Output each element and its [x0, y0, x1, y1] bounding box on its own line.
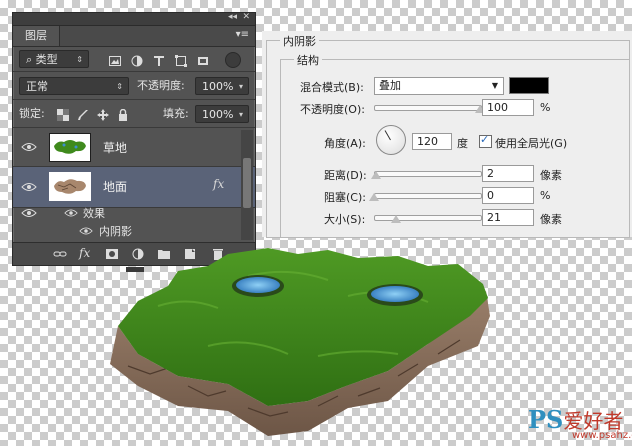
- blend-mode-select[interactable]: 正常 ⇕: [19, 77, 129, 95]
- choke-unit: %: [540, 189, 551, 202]
- inner-shadow-title: 内阴影: [280, 33, 319, 49]
- adjustment-filter-icon[interactable]: [131, 55, 143, 67]
- layer-name: 地面: [103, 180, 128, 194]
- lock-pixels-icon[interactable]: [77, 109, 89, 121]
- dropdown-arrow-icon: ▼: [491, 81, 498, 90]
- angle-unit: 度: [457, 137, 468, 150]
- choke-slider-knob[interactable]: [369, 193, 379, 201]
- watermark-ps: PS: [528, 405, 564, 434]
- panel-menu-icon[interactable]: ▾≡: [236, 29, 249, 40]
- distance-slider[interactable]: [374, 171, 482, 177]
- size-input[interactable]: 21: [482, 209, 534, 226]
- image-filter-icon[interactable]: [109, 55, 121, 67]
- global-light-label: 使用全局光(G): [495, 137, 568, 150]
- layer-thumbnail: [49, 172, 91, 201]
- size-slider[interactable]: [374, 215, 482, 221]
- opacity-input[interactable]: 100: [482, 99, 534, 116]
- opacity-label: 不透明度:: [137, 79, 185, 92]
- grass-terrain-illustration: [110, 248, 490, 436]
- stepper-icon: ⇕: [116, 82, 123, 91]
- lock-row: 锁定: 填充: 100% ▾: [13, 101, 255, 127]
- layer-thumbnail: [49, 133, 91, 162]
- dropdown-arrow-icon: ▾: [238, 82, 243, 91]
- divider: [13, 99, 255, 100]
- tab-layers[interactable]: 图层: [13, 26, 60, 46]
- angle-dial[interactable]: [376, 125, 406, 155]
- structure-title: 结构: [294, 52, 322, 68]
- size-label: 大小(S):: [324, 213, 366, 226]
- collapse-icon[interactable]: ◂◂: [228, 12, 237, 22]
- layer-row-grass[interactable]: 草地: [13, 128, 255, 167]
- stepper-icon: ⇕: [76, 55, 83, 64]
- layers-panel: ◂◂ ✕ 图层 ▾≡ ⌕ 类型 ⇕ 正常 ⇕ 不透明度: 100% ▾ 锁定:: [12, 12, 256, 272]
- choke-label: 阻塞(C):: [324, 191, 366, 204]
- smart-object-filter-icon[interactable]: [197, 55, 209, 67]
- effects-visibility-icon[interactable]: [64, 208, 78, 218]
- blend-mode-label: 混合模式(B):: [300, 81, 364, 94]
- lock-label: 锁定:: [19, 107, 45, 120]
- shadow-color-swatch[interactable]: [509, 77, 549, 94]
- layer-name: 草地: [103, 141, 128, 155]
- dropdown-arrow-icon: ▾: [238, 110, 243, 119]
- filter-row: ⌕ 类型 ⇕: [13, 47, 255, 71]
- global-light-checkbox[interactable]: [479, 133, 492, 148]
- add-style-fx-icon[interactable]: fx: [79, 246, 90, 260]
- blend-mode-value: 正常: [26, 80, 48, 93]
- divider: [13, 71, 255, 72]
- opacity-field[interactable]: 100% ▾: [195, 77, 249, 95]
- opacity-unit: %: [540, 101, 551, 114]
- close-icon[interactable]: ✕: [242, 12, 250, 22]
- panel-tab-row: 图层 ▾≡: [13, 26, 255, 47]
- scrollbar-thumb[interactable]: [243, 158, 251, 208]
- layers-scrollbar[interactable]: [241, 130, 253, 240]
- panel-header-bar: ◂◂ ✕: [13, 12, 255, 26]
- distance-input[interactable]: 2: [482, 165, 534, 182]
- visibility-eye-icon[interactable]: [21, 142, 37, 152]
- fill-value: 100%: [202, 108, 234, 121]
- angle-input[interactable]: 120: [412, 133, 452, 150]
- watermark: PS爱好者 www.psahz.com: [528, 405, 632, 441]
- inner-shadow-blend-select[interactable]: 叠加 ▼: [374, 77, 504, 95]
- distance-label: 距离(D):: [324, 169, 367, 182]
- blend-row: 正常 ⇕ 不透明度: 100% ▾: [13, 73, 255, 99]
- effects-label: 效果: [83, 207, 105, 220]
- search-icon: ⌕: [26, 53, 36, 66]
- water-pond-left: [236, 277, 280, 293]
- choke-slider[interactable]: [374, 193, 482, 199]
- water-pond-right: [371, 286, 419, 302]
- fill-label: 填充:: [163, 107, 189, 120]
- size-slider-knob[interactable]: [391, 215, 402, 223]
- watermark-url: www.psahz.com: [572, 430, 632, 441]
- layer-row-ground[interactable]: 地面 fx: [13, 167, 255, 208]
- lock-transparent-icon[interactable]: [57, 109, 69, 121]
- inner-shadow-dialog: 内阴影 结构 混合模式(B): 叠加 ▼ 不透明度(O): 100 % 角度(A…: [262, 31, 632, 238]
- inner-shadow-eye-icon[interactable]: [79, 226, 93, 236]
- opacity-label: 不透明度(O):: [300, 103, 365, 116]
- fill-field[interactable]: 100% ▾: [195, 105, 249, 123]
- angle-label: 角度(A):: [324, 137, 366, 150]
- type-filter-icon[interactable]: [153, 55, 165, 67]
- effects-eye-icon[interactable]: [21, 208, 37, 218]
- opacity-slider[interactable]: [374, 105, 482, 111]
- blend-mode-value: 叠加: [379, 79, 401, 92]
- lock-position-icon[interactable]: [97, 109, 109, 121]
- lock-all-icon[interactable]: [117, 109, 129, 121]
- shape-filter-icon[interactable]: [175, 55, 187, 67]
- layer-effects-icon[interactable]: fx: [213, 177, 224, 191]
- size-unit: 像素: [540, 213, 562, 226]
- visibility-eye-icon[interactable]: [21, 182, 37, 192]
- distance-slider-knob[interactable]: [371, 171, 382, 179]
- filter-type-label: 类型: [35, 53, 58, 66]
- choke-input[interactable]: 0: [482, 187, 534, 204]
- distance-unit: 像素: [540, 169, 562, 182]
- filter-type-select[interactable]: ⌕ 类型 ⇕: [19, 50, 89, 68]
- link-layers-icon[interactable]: [53, 248, 67, 260]
- filter-toggle-button[interactable]: [225, 52, 241, 68]
- angle-dial-hand: [384, 130, 391, 141]
- opacity-value: 100%: [202, 80, 234, 93]
